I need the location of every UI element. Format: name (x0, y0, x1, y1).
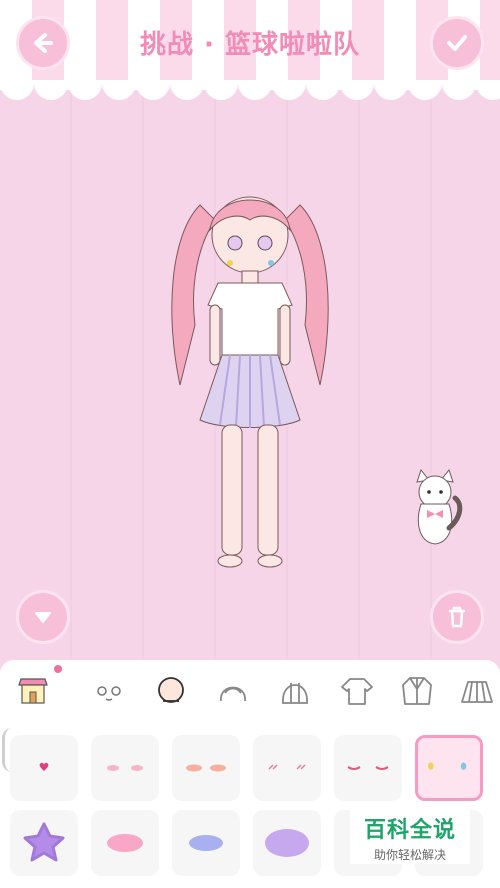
arrow-left-icon (34, 33, 53, 53)
item-tile-selected[interactable] (415, 735, 483, 801)
item-tile[interactable] (91, 810, 159, 876)
collapse-button[interactable] (16, 590, 70, 644)
awning-scallops (0, 80, 500, 100)
category-hair-back[interactable] (276, 672, 314, 710)
triangle-down-icon (35, 612, 51, 623)
category-jacket[interactable] (398, 672, 436, 710)
trash-icon (448, 606, 466, 628)
watermark-badge: 百科全说 助你轻松解决 (350, 808, 470, 864)
face-icon (97, 686, 121, 701)
check-icon (447, 35, 467, 51)
item-tile[interactable] (172, 810, 240, 876)
item-tile[interactable] (253, 735, 321, 801)
hair-icon (220, 686, 246, 702)
jacket-icon (402, 677, 432, 705)
item-tile[interactable] (10, 810, 78, 876)
category-hair[interactable] (214, 672, 252, 710)
trash-button[interactable] (430, 590, 484, 644)
category-shop[interactable] (14, 672, 52, 710)
back-button[interactable] (16, 16, 70, 70)
watermark-subtitle: 助你轻松解决 (373, 848, 446, 862)
item-tile[interactable] (253, 810, 321, 876)
item-tile[interactable] (334, 735, 402, 801)
shop-icon (18, 678, 48, 704)
category-face[interactable] (90, 672, 128, 710)
head-icon (158, 677, 184, 703)
tshirt-icon (341, 678, 373, 705)
category-head[interactable] (152, 672, 190, 710)
page-title: 挑战 · 篮球啦啦队 (140, 30, 360, 60)
category-skirt[interactable] (458, 672, 496, 710)
item-tile[interactable] (91, 735, 159, 801)
category-top[interactable] (338, 672, 376, 710)
item-tile[interactable] (172, 735, 240, 801)
notification-dot (54, 665, 62, 673)
pet-cat[interactable] (405, 468, 465, 548)
character-doll (171, 196, 329, 568)
hair-back-icon (282, 683, 308, 704)
watermark-title: 百科全说 (363, 818, 456, 843)
confirm-button[interactable] (430, 16, 484, 70)
skirt-icon (461, 681, 493, 703)
item-tile[interactable] (10, 735, 78, 801)
